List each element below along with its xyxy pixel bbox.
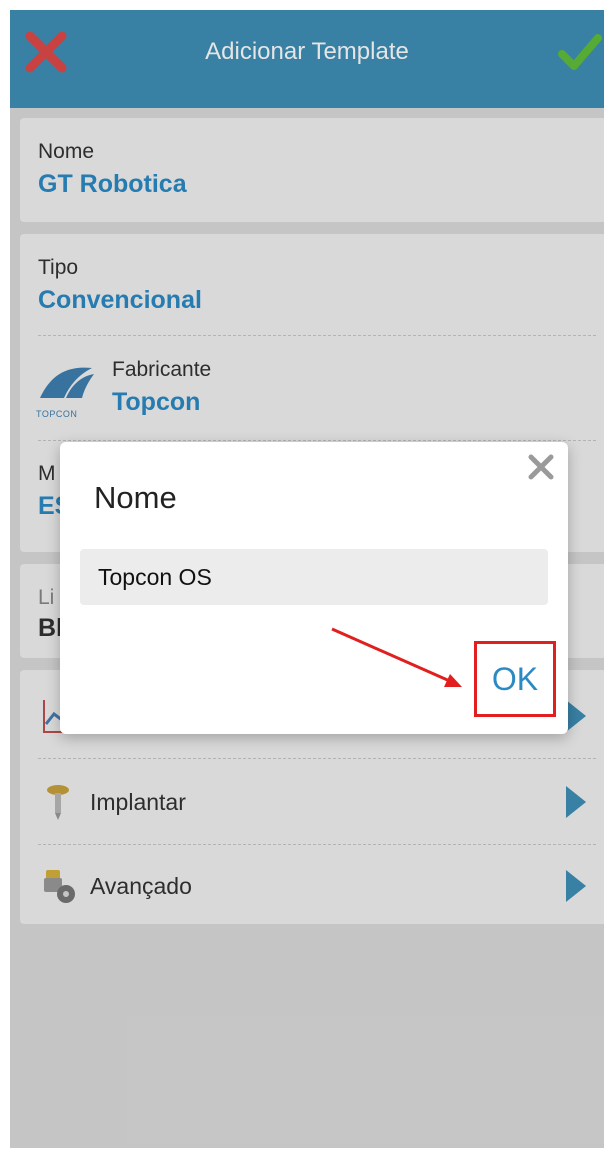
app-screen: Adicionar Template Nome GT Robotica Tipo… (10, 10, 604, 1148)
ok-button[interactable]: OK (474, 641, 556, 717)
name-input[interactable] (80, 549, 548, 605)
dialog-close-button[interactable] (526, 452, 556, 482)
dialog-title: Nome (94, 480, 177, 515)
close-x-icon (528, 454, 554, 480)
name-dialog: Nome OK (60, 442, 568, 734)
